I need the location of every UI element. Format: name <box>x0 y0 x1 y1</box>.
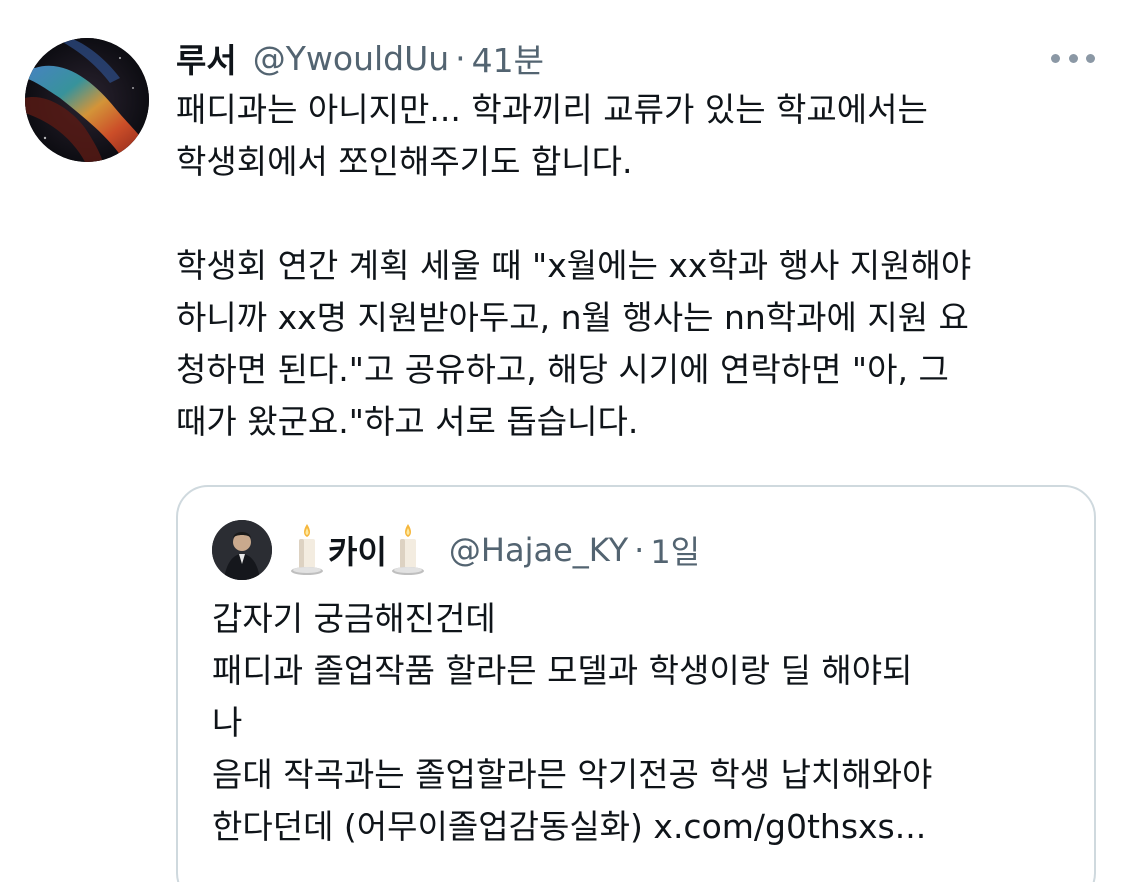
more-dot <box>1086 53 1095 63</box>
more-dot <box>1051 53 1060 63</box>
more-dot <box>1068 53 1078 63</box>
tweet-text: 패디과는 아니지만... 학과끼리 교류가 있는 학교에서는 학생회에서 쪼인해… <box>176 90 972 441</box>
tweet[interactable]: 루서 @YwouldUu · 41분 패디과는 아니지만... 학과끼리 교류가… <box>0 0 1125 882</box>
quoted-author-handle[interactable]: @Hajae_KY <box>449 531 628 569</box>
author-avatar[interactable] <box>25 38 149 162</box>
more-dots-icon[interactable] <box>1051 44 1095 72</box>
quoted-tweet-header: 카이 @Hajae_KY · 1일 <box>212 517 700 583</box>
author-handle[interactable]: @YwouldUu <box>253 39 449 78</box>
quoted-tweet[interactable]: 카이 @Hajae_KY · 1일 갑자기 궁금해진건데 패디과 졸업작품 할라… <box>176 485 1096 882</box>
quoted-tweet-timestamp[interactable]: 1일 <box>650 527 700 573</box>
quoted-tweet-text: 갑자기 궁금해진건데 패디과 졸업작품 할라믄 모델과 학생이랑 딜 해야되 나… <box>212 599 933 846</box>
tweet-header: 루서 @YwouldUu · 41분 <box>176 32 544 84</box>
candle-icon <box>288 522 326 578</box>
candle-icon <box>389 522 427 578</box>
quoted-author-display-name[interactable]: 카이 <box>328 527 387 573</box>
separator-dot: · <box>455 38 466 78</box>
separator-dot: · <box>634 531 645 569</box>
author-display-name[interactable]: 루서 <box>176 34 237 82</box>
quoted-author-avatar[interactable] <box>212 520 272 580</box>
tweet-timestamp[interactable]: 41분 <box>472 34 544 82</box>
